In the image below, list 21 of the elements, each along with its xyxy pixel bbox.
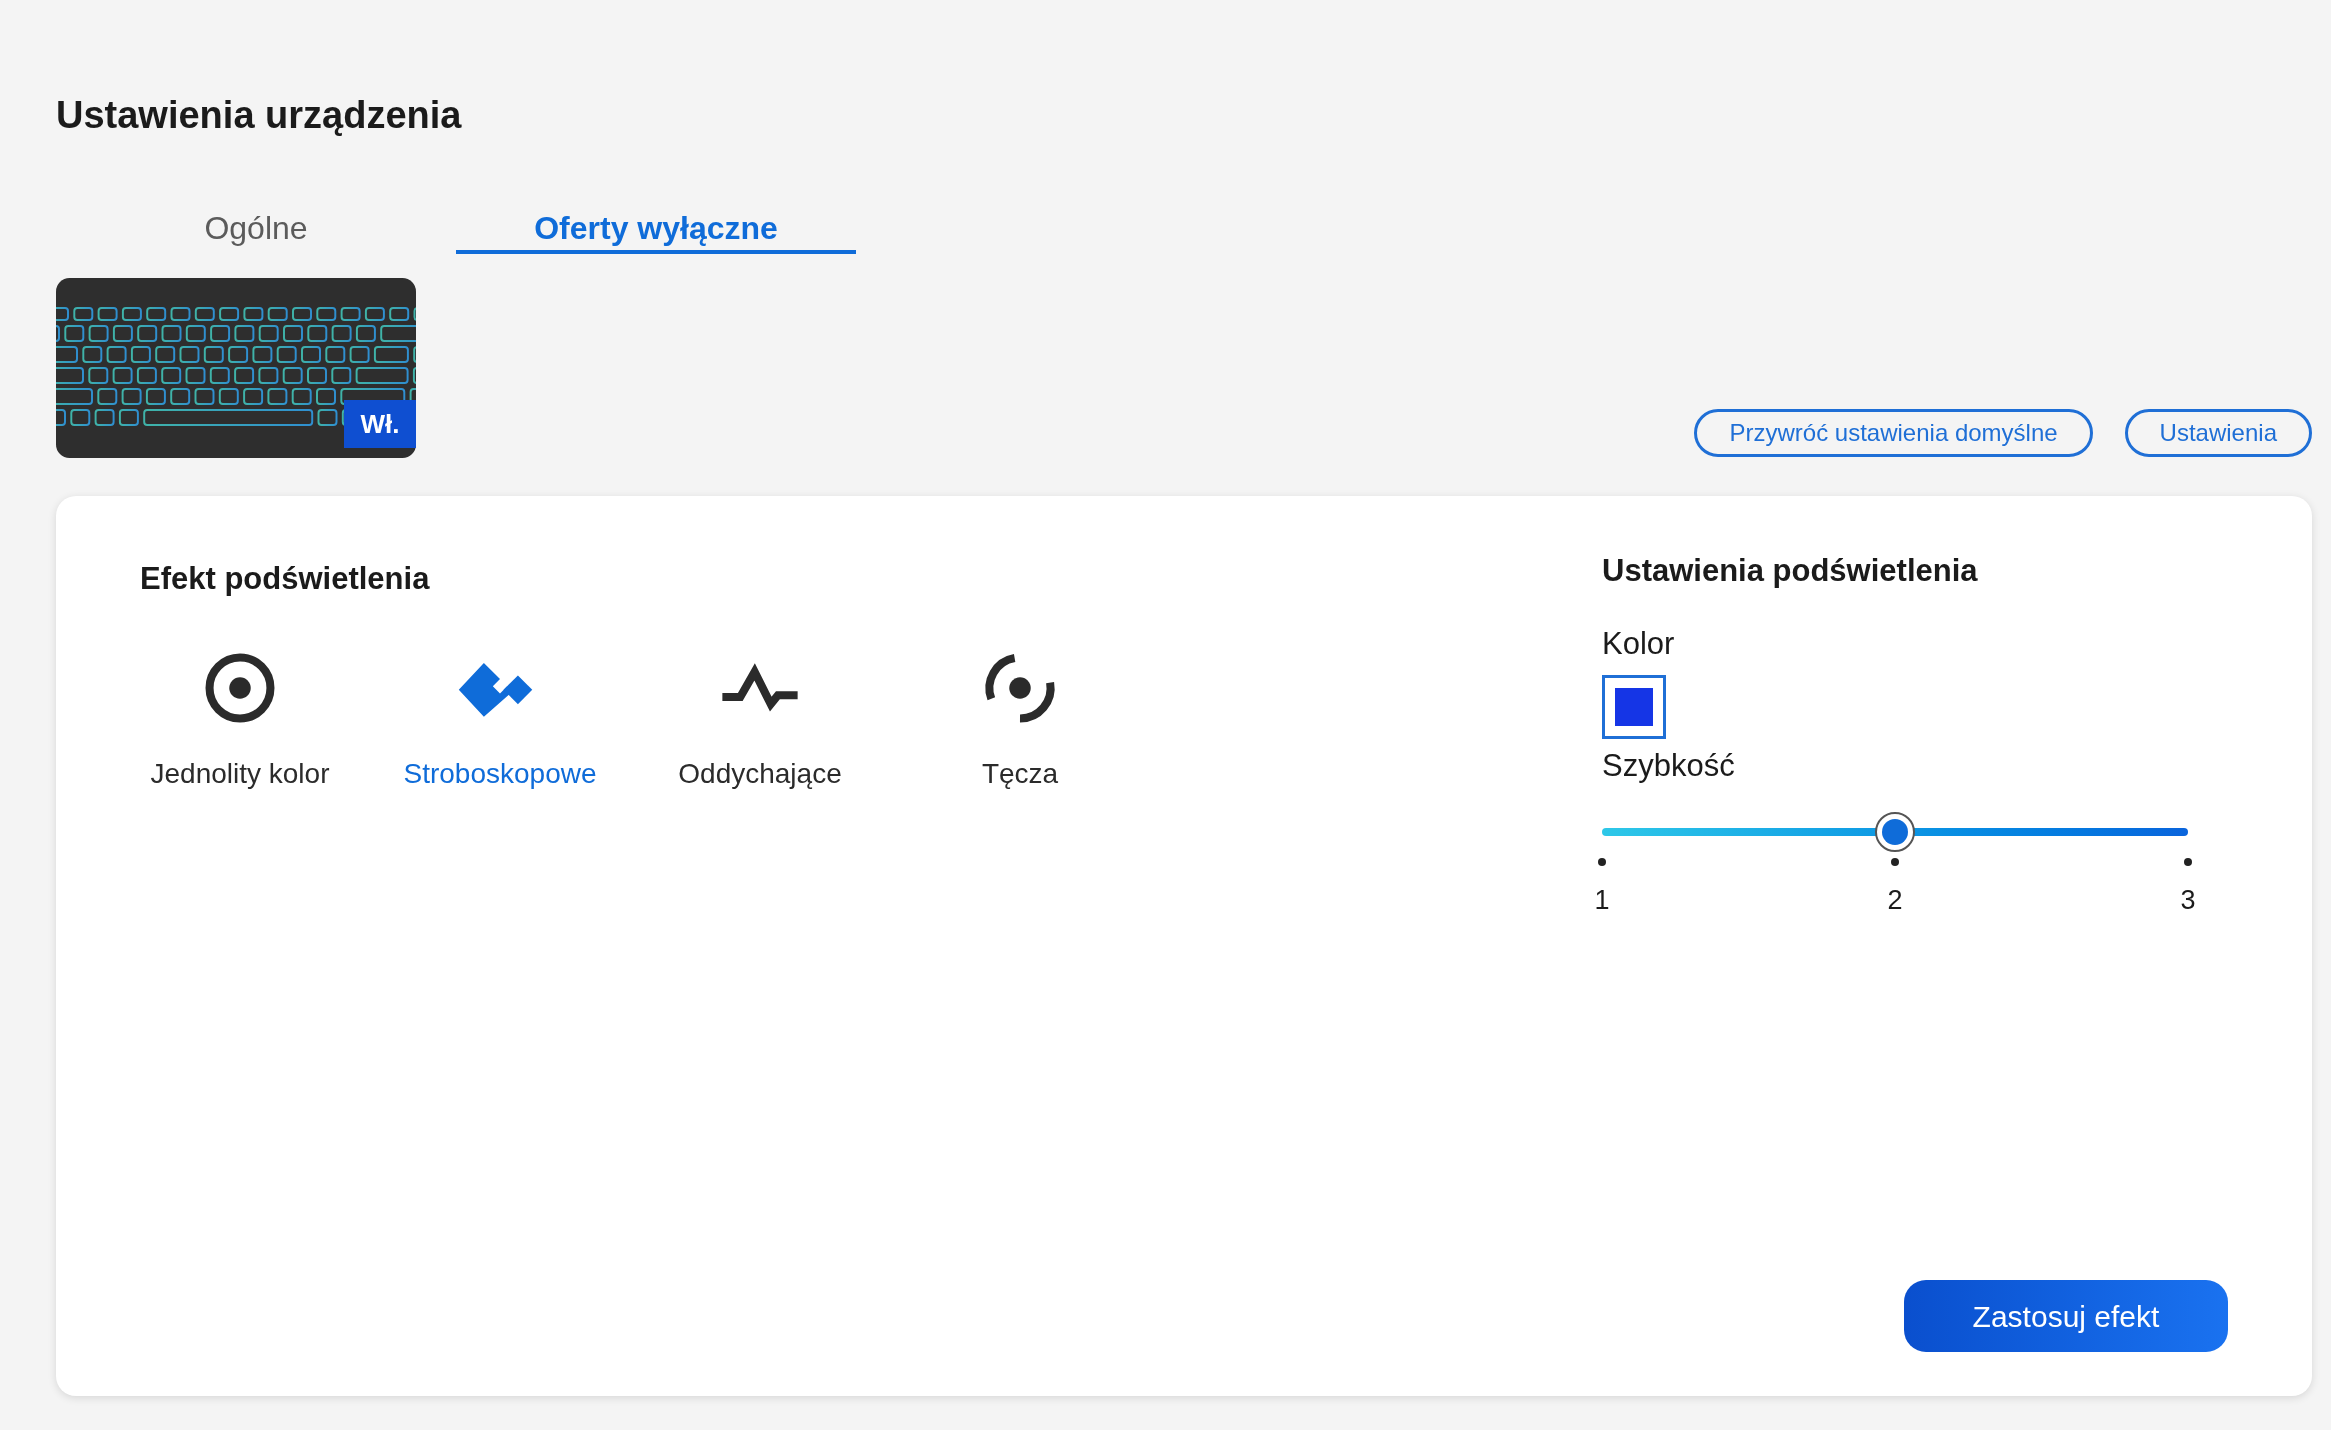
page-title: Ustawienia urządzenia bbox=[56, 96, 463, 134]
tick-label: 2 bbox=[1887, 883, 1903, 917]
on-badge: Wł. bbox=[344, 400, 416, 448]
speed-slider[interactable] bbox=[1602, 811, 2188, 852]
tick-label: 3 bbox=[2180, 883, 2196, 917]
speed-label: Szybkość bbox=[1602, 747, 1736, 785]
settings-button[interactable]: Ustawienia bbox=[2124, 409, 2312, 457]
tab[interactable]: Oferty wyłączne bbox=[456, 204, 856, 254]
slider-thumb[interactable] bbox=[1875, 811, 1915, 852]
apply-effect-button[interactable]: Zastosuj efekt bbox=[1904, 1280, 2228, 1352]
color-swatch[interactable] bbox=[1602, 675, 1666, 739]
effect-option[interactable]: Tęcza bbox=[890, 644, 1150, 795]
tab[interactable]: Ogólne bbox=[56, 204, 456, 254]
color-label: Kolor bbox=[1602, 624, 1676, 663]
reset-defaults-button[interactable]: Przywróć ustawienia domyślne bbox=[1694, 409, 2093, 457]
effect-option[interactable]: Stroboskopowe bbox=[370, 644, 630, 795]
tick-label: 1 bbox=[1594, 883, 1610, 917]
effect-option[interactable]: Jednolity kolor bbox=[110, 644, 370, 795]
section-title: Ustawienia podświetlenia bbox=[1602, 552, 1979, 590]
effect-option[interactable]: Oddychające bbox=[630, 644, 890, 795]
section-title: Efekt podświetlenia bbox=[140, 560, 431, 598]
